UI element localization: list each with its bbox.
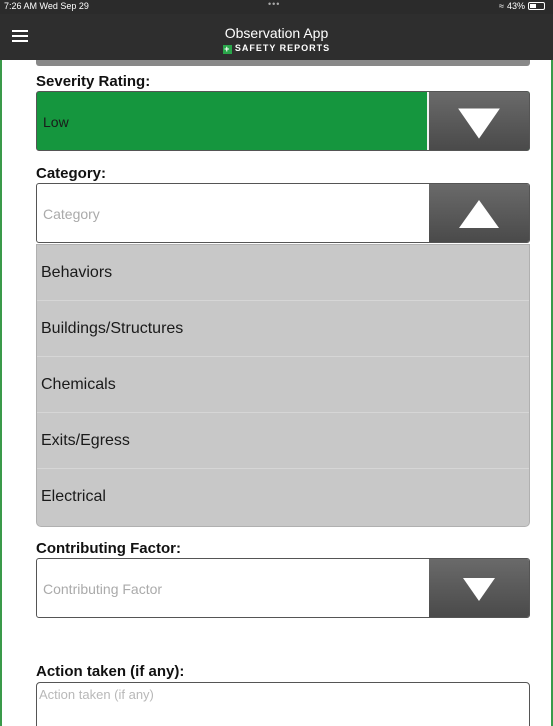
- severity-dropdown-button[interactable]: [429, 92, 529, 150]
- action-placeholder: Action taken (if any): [39, 687, 154, 702]
- category-select[interactable]: Category: [36, 183, 530, 243]
- category-option-exits[interactable]: Exits/Egress: [37, 413, 529, 469]
- chevron-down-icon: [463, 578, 495, 601]
- action-label: Action taken (if any):: [36, 663, 185, 680]
- app-header: Observation App + SAFETY REPORTS: [0, 14, 553, 60]
- category-dropdown-list: Behaviors Buildings/Structures Chemicals…: [36, 244, 530, 527]
- category-placeholder: Category: [43, 206, 100, 222]
- battery-icon: [528, 2, 545, 10]
- contributing-dropdown-button[interactable]: [429, 559, 529, 617]
- plus-icon: +: [222, 44, 232, 54]
- app-subtitle: + SAFETY REPORTS: [0, 43, 553, 54]
- app-title: Observation App: [224, 25, 329, 41]
- contributing-select[interactable]: Contributing Factor: [36, 558, 530, 618]
- action-textarea[interactable]: Action taken (if any): [36, 682, 530, 726]
- category-option-behaviors[interactable]: Behaviors: [37, 245, 529, 301]
- contributing-label: Contributing Factor:: [36, 540, 181, 557]
- severity-value: Low: [43, 114, 69, 130]
- chevron-up-icon: [459, 200, 499, 228]
- chevron-down-icon: [458, 108, 500, 139]
- contributing-placeholder: Contributing Factor: [43, 581, 163, 597]
- status-right: ≈ 43%: [499, 1, 545, 11]
- category-label: Category:: [36, 165, 107, 182]
- category-option-buildings[interactable]: Buildings/Structures: [37, 301, 529, 357]
- app-subtitle-text: SAFETY REPORTS: [234, 43, 331, 53]
- wifi-icon: ≈: [499, 1, 504, 11]
- battery-percent: 43%: [506, 1, 525, 11]
- status-time: 7:26 AM Wed Sep 29: [4, 1, 89, 11]
- status-bar: 7:26 AM Wed Sep 29 ••• ≈ 43%: [0, 0, 553, 14]
- severity-label: Severity Rating:: [36, 73, 151, 90]
- category-option-electrical[interactable]: Electrical: [37, 469, 529, 525]
- category-option-chemicals[interactable]: Chemicals: [37, 357, 529, 413]
- category-dropdown-button[interactable]: [429, 184, 529, 242]
- previous-field-edge: [36, 60, 530, 66]
- severity-select[interactable]: Low: [36, 91, 530, 151]
- multitask-dots[interactable]: •••: [268, 0, 280, 9]
